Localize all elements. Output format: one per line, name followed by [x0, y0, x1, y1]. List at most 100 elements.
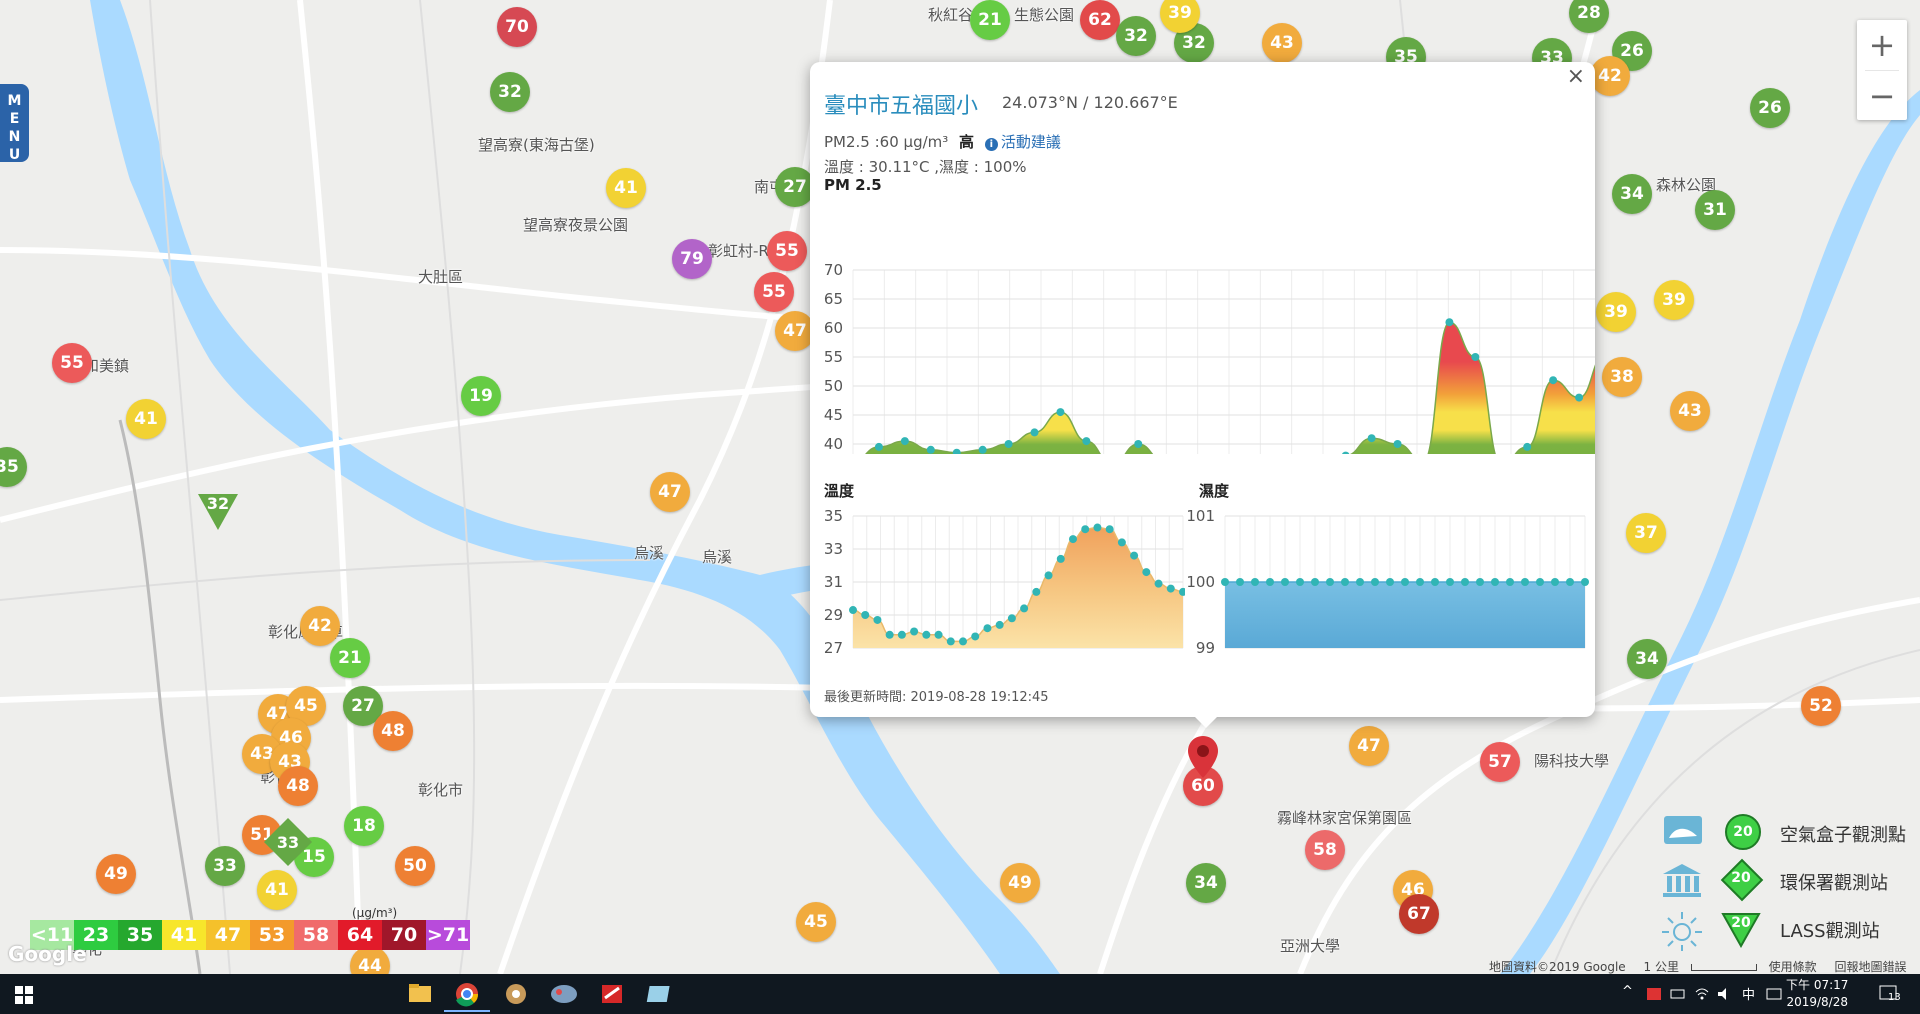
windows-taskbar: ^ 中 下午 07:17 2019/8/28 13 [0, 974, 1920, 1014]
airbox-station-marker[interactable]: 55 [52, 343, 92, 383]
data-point [910, 627, 919, 636]
map-canvas[interactable]: 大肚區和美鎮望高寮(東海古堡)望高寮夜景公園彰化扇形車彰化市彰化南南屯彰虹村-R… [0, 0, 1920, 974]
airbox-station-marker[interactable]: 34 [1612, 174, 1652, 214]
zoom-control: + − [1857, 20, 1907, 120]
airbox-station-marker[interactable]: 34 [1627, 639, 1667, 679]
menu-letter: M [7, 93, 22, 109]
airbox-station-marker[interactable]: 41 [126, 399, 166, 439]
airbox-station-marker[interactable]: 70 [497, 7, 537, 47]
airbox-station-marker[interactable]: 52 [1801, 686, 1841, 726]
security-icon[interactable] [1646, 986, 1662, 1002]
airbox-station-marker[interactable]: 41 [606, 168, 646, 208]
file-explorer-icon[interactable] [397, 978, 443, 1010]
windows-start-icon[interactable] [15, 986, 33, 1004]
zoom-out-button[interactable]: − [1857, 71, 1907, 121]
airbox-station-marker[interactable]: 48 [373, 711, 413, 751]
humidity-chart-title: 濕度 [1199, 482, 1230, 500]
airbox-station-marker[interactable]: 55 [754, 272, 794, 312]
battery-icon[interactable] [1670, 986, 1686, 1002]
terms-link[interactable]: 使用條款 [1769, 960, 1817, 974]
airbox-station-marker[interactable]: 49 [1000, 863, 1040, 903]
app-icon-3[interactable] [589, 978, 635, 1010]
airbox-station-marker[interactable]: 32 [490, 72, 530, 112]
volume-icon[interactable] [1716, 986, 1732, 1002]
airbox-station-marker[interactable]: 26 [1750, 88, 1790, 128]
activity-advice-link[interactable]: i 活動建議 [984, 133, 1061, 151]
airbox-station-marker[interactable]: 47 [775, 311, 815, 351]
keyboard-icon[interactable] [1766, 986, 1782, 1002]
map-scale-bar [1690, 964, 1757, 971]
airbox-station-marker[interactable]: 27 [775, 167, 815, 207]
data-point [971, 632, 980, 641]
chevron-up-icon[interactable]: ^ [1622, 984, 1633, 999]
close-icon[interactable]: × [1567, 64, 1585, 89]
airbox-station-marker[interactable]: 43 [1670, 391, 1710, 431]
airbox-station-marker[interactable]: 79 [672, 239, 712, 279]
data-point [1093, 523, 1102, 532]
menu-tab[interactable]: MENU [0, 84, 29, 163]
airbox-station-marker[interactable]: 62 [1080, 0, 1120, 40]
app-icon-4[interactable] [638, 978, 684, 1010]
airbox-station-marker[interactable]: 49 [96, 854, 136, 894]
chrome-icon[interactable] [444, 978, 490, 1012]
airbox-station-marker[interactable]: 50 [395, 846, 435, 886]
airbox-station-marker[interactable]: 19 [461, 376, 501, 416]
y-tick-label: 33 [824, 540, 843, 558]
airbox-station-marker[interactable]: 45 [796, 902, 836, 942]
app-icon-2[interactable] [541, 978, 587, 1010]
pm25-reading: PM2.5 :60 μg/m³ 高 i 活動建議 [824, 131, 1061, 152]
data-point [952, 448, 961, 454]
y-tick-label: 55 [824, 348, 843, 366]
data-point [1476, 578, 1484, 586]
airbox-station-marker[interactable]: 21 [970, 0, 1010, 40]
zoom-in-button[interactable]: + [1857, 20, 1907, 70]
airbox-station-marker[interactable]: 39 [1596, 292, 1636, 332]
data-point [1311, 578, 1319, 586]
data-point [900, 437, 909, 446]
airbox-station-marker[interactable]: 32 [1116, 16, 1156, 56]
airbox-station-marker[interactable]: 37 [1626, 513, 1666, 553]
airbox-station-marker[interactable]: 42 [300, 606, 340, 646]
y-tick-label: 99 [1196, 639, 1215, 657]
data-point [1266, 578, 1274, 586]
airbox-station-marker[interactable]: 57 [1480, 742, 1520, 782]
data-point [1523, 442, 1532, 451]
map-place-label: 大肚區 [418, 268, 464, 286]
data-point [1154, 579, 1163, 588]
data-point [946, 637, 955, 646]
data-point [1491, 578, 1499, 586]
airbox-station-marker[interactable]: 58 [1305, 830, 1345, 870]
airbox-station-marker[interactable]: 39 [1654, 280, 1694, 320]
data-point [1356, 578, 1364, 586]
data-point [1281, 578, 1289, 586]
location-pin-icon[interactable] [1186, 734, 1220, 780]
airbox-station-marker[interactable]: 21 [330, 638, 370, 678]
airbox-station-marker[interactable]: 47 [650, 472, 690, 512]
y-tick-label: 45 [824, 406, 843, 424]
app-icon-1[interactable] [493, 978, 539, 1010]
wifi-icon[interactable] [1694, 986, 1710, 1002]
scale-cell: 41 [162, 920, 206, 950]
data-point [1117, 538, 1126, 547]
airbox-station-marker[interactable]: 55 [767, 231, 807, 271]
airbox-station-marker[interactable]: 33 [205, 846, 245, 886]
ime-indicator[interactable]: 中 [1742, 984, 1755, 1003]
airbox-station-marker[interactable]: 47 [1349, 726, 1389, 766]
data-point [1431, 578, 1439, 586]
airbox-station-marker[interactable]: 43 [1262, 23, 1302, 63]
airbox-station-marker[interactable]: 42 [1590, 56, 1630, 96]
government-building-icon [1663, 864, 1701, 897]
data-point [1506, 578, 1514, 586]
google-logo: Google [8, 942, 87, 966]
airbox-station-marker[interactable]: 31 [1695, 190, 1735, 230]
station-coords: 24.073°N / 120.667°E [1002, 93, 1178, 112]
airbox-station-marker[interactable]: 38 [1602, 357, 1642, 397]
airbox-station-marker[interactable]: 67 [1399, 894, 1439, 934]
taskbar-clock[interactable]: 下午 07:17 2019/8/28 [1786, 977, 1848, 1011]
report-error-link[interactable]: 回報地圖錯誤 [1834, 960, 1906, 974]
airbox-station-marker[interactable]: 34 [1186, 863, 1226, 903]
airbox-station-marker[interactable]: 41 [257, 870, 297, 910]
scale-cell: 53 [250, 920, 294, 950]
airbox-station-marker[interactable]: 48 [278, 766, 318, 806]
airbox-station-marker[interactable]: 18 [344, 806, 384, 846]
